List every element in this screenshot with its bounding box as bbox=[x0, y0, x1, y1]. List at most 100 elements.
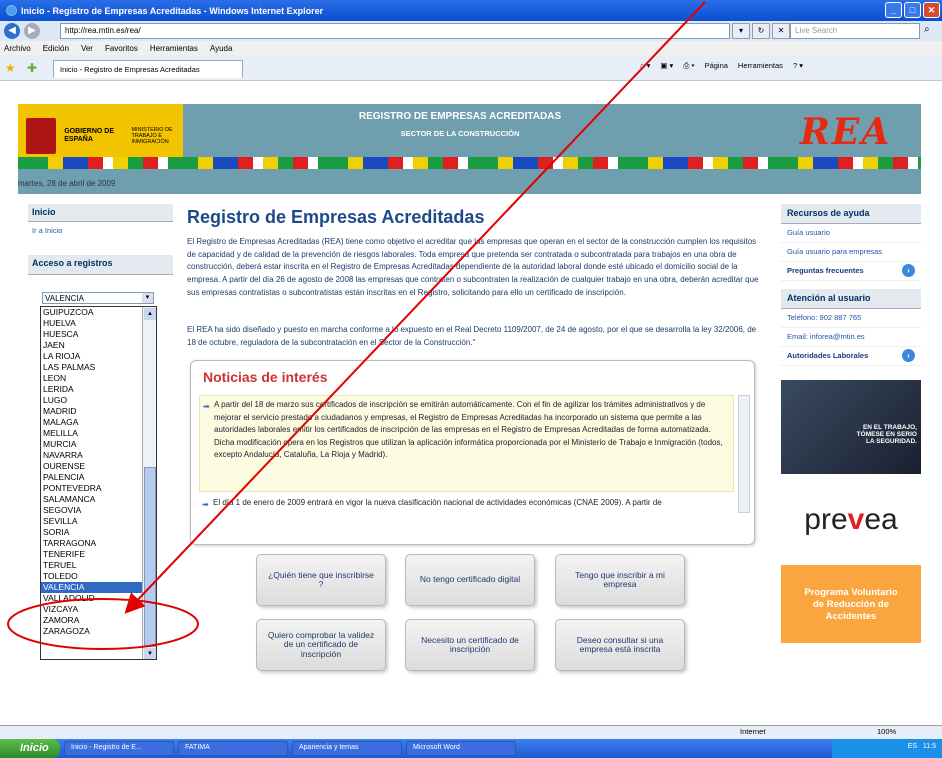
dropdown-option[interactable]: SEVILLA bbox=[41, 516, 144, 527]
inscribir-empresa-button[interactable]: Tengo que inscribir a mi empresa bbox=[555, 554, 685, 606]
taskbar-item[interactable]: Inicio - Registro de E... bbox=[64, 741, 174, 756]
rea-logo[interactable]: REA bbox=[800, 111, 891, 153]
dropdown-option[interactable]: LA RIOJA bbox=[41, 351, 144, 362]
tab-inicio[interactable]: Inicio - Registro de Empresas Acreditada… bbox=[53, 60, 243, 78]
dropdown-option[interactable]: SALAMANCA bbox=[41, 494, 144, 505]
print-icon[interactable]: ⎙ ▾ bbox=[683, 61, 694, 71]
favorites-star-icon[interactable]: ★ bbox=[5, 61, 16, 75]
system-tray: ES 11:5 bbox=[832, 739, 942, 758]
dropdown-option[interactable]: GUIPUZCOA bbox=[41, 307, 144, 318]
safety-banner[interactable]: EN EL TRABAJO, TÓMESE EN SERIO LA SEGURI… bbox=[781, 380, 921, 474]
start-button[interactable]: Inicio bbox=[0, 739, 60, 758]
help-icon[interactable]: ? ▾ bbox=[793, 61, 803, 71]
dropdown-option[interactable]: NAVARRA bbox=[41, 450, 144, 461]
dropdown-option[interactable]: VIZCAYA bbox=[41, 604, 144, 615]
menu-favoritos[interactable]: Favoritos bbox=[105, 44, 138, 53]
quien-inscribirse-button[interactable]: ¿Quién tiene que inscribirse ? bbox=[256, 554, 386, 606]
search-input[interactable]: Live Search bbox=[790, 23, 920, 39]
menu-ayuda[interactable]: Ayuda bbox=[210, 44, 233, 53]
back-icon[interactable]: ◀ bbox=[4, 23, 20, 39]
feeds-icon[interactable]: ▣ ▾ bbox=[660, 61, 673, 71]
window-titlebar: Inicio - Registro de Empresas Acreditada… bbox=[0, 0, 942, 21]
dropdown-option[interactable]: JAEN bbox=[41, 340, 144, 351]
comprobar-validez-button[interactable]: Quiero comprobar la validez de un certif… bbox=[256, 619, 386, 671]
dropdown-option[interactable]: TENERIFE bbox=[41, 549, 144, 560]
dropdown-option[interactable]: PALENCIA bbox=[41, 472, 144, 483]
tools-menu[interactable]: Herramientas bbox=[738, 61, 783, 71]
dropdown-option[interactable]: VALLADOLID bbox=[41, 593, 144, 604]
right-sidebar: Recursos de ayuda Guía usuario Guía usua… bbox=[781, 204, 921, 366]
email-link[interactable]: Email: inforea@mtin.es bbox=[781, 328, 921, 347]
dropdown-option[interactable]: HUESCA bbox=[41, 329, 144, 340]
dropdown-option[interactable]: PONTEVEDRA bbox=[41, 483, 144, 494]
home-icon[interactable]: ⌂ ▾ bbox=[640, 61, 650, 71]
dropdown-option[interactable]: TARRAGONA bbox=[41, 538, 144, 549]
chevron-down-icon[interactable]: ▾ bbox=[142, 293, 153, 303]
dropdown-option[interactable]: TOLEDO bbox=[41, 571, 144, 582]
page-menu[interactable]: Página bbox=[705, 61, 728, 71]
intro-paragraph: El Registro de Empresas Acreditadas (REA… bbox=[187, 237, 759, 297]
dropdown-option[interactable]: MADRID bbox=[41, 406, 144, 417]
programa-banner[interactable]: Programa Voluntario de Reducción de Acci… bbox=[781, 565, 921, 643]
url-dropdown-icon[interactable]: ▾ bbox=[732, 23, 750, 39]
dropdown-option[interactable]: VALENCIA bbox=[41, 582, 144, 593]
arrow-circle-icon[interactable]: › bbox=[902, 264, 915, 277]
dropdown-option[interactable]: LUGO bbox=[41, 395, 144, 406]
taskbar-item[interactable]: Microsoft Word bbox=[406, 741, 516, 756]
dropdown-option[interactable]: LERIDA bbox=[41, 384, 144, 395]
dropdown-option[interactable]: TERUEL bbox=[41, 560, 144, 571]
close-button[interactable]: ✕ bbox=[923, 2, 940, 18]
forward-icon[interactable]: ▶ bbox=[24, 23, 40, 39]
dropdown-option[interactable]: HUELVA bbox=[41, 318, 144, 329]
scroll-down-icon[interactable]: ▼ bbox=[144, 648, 156, 659]
tray-lang[interactable]: ES bbox=[908, 743, 917, 750]
url-field[interactable]: http://rea.mtin.es/rea/ bbox=[60, 23, 730, 39]
arrow-circle-icon[interactable]: › bbox=[902, 349, 915, 362]
address-bar: ◀ ▶ http://rea.mtin.es/rea/ ▾ ↻ ✕ Live S… bbox=[0, 21, 942, 41]
province-dropdown-list[interactable]: GUIPUZCOA HUELVA HUESCA JAEN LA RIOJA LAS PAL… bbox=[40, 306, 157, 660]
minimize-button[interactable]: _ bbox=[885, 2, 902, 18]
search-icon[interactable]: ⌕ bbox=[924, 24, 930, 35]
province-select-value: VALENCIA bbox=[45, 294, 84, 303]
menu-edicion[interactable]: Edición bbox=[43, 44, 69, 53]
guia-empresas-link[interactable]: Guía usuario para empresas bbox=[781, 243, 921, 262]
status-bar: Internet 100% bbox=[0, 725, 942, 739]
add-favorites-icon[interactable]: ✚ bbox=[27, 61, 37, 75]
maximize-button[interactable]: □ bbox=[904, 2, 921, 18]
scroll-up-icon[interactable]: ▲ bbox=[144, 308, 156, 320]
stop-icon[interactable]: ✕ bbox=[772, 23, 790, 39]
menu-herramientas[interactable]: Herramientas bbox=[150, 44, 198, 53]
province-select[interactable]: VALENCIA ▾ bbox=[42, 292, 154, 304]
refresh-icon[interactable]: ↻ bbox=[752, 23, 770, 39]
prevea-logo[interactable]: prevea bbox=[781, 481, 921, 561]
news-item: ➡ A partir del 18 de marzo sus certifica… bbox=[199, 395, 734, 492]
dropdown-option[interactable]: OURENSE bbox=[41, 461, 144, 472]
dropdown-option[interactable]: SEGOVIA bbox=[41, 505, 144, 516]
taskbar-item[interactable]: FATIMA bbox=[178, 741, 288, 756]
autoridades-link[interactable]: Autoridades Laborales › bbox=[781, 347, 921, 366]
menu-archivo[interactable]: Archivo bbox=[4, 44, 31, 53]
taskbar-item[interactable]: Apariencia y temas bbox=[292, 741, 402, 756]
scroll-thumb[interactable] bbox=[144, 467, 156, 647]
consultar-inscrita-button[interactable]: Deseo consultar si una empresa está insc… bbox=[555, 619, 685, 671]
no-certificado-button[interactable]: No tengo certificado digital bbox=[405, 554, 535, 606]
dropdown-option[interactable]: ZAMORA bbox=[41, 615, 144, 626]
zoom-level[interactable]: 100% bbox=[877, 727, 896, 736]
news-scrollbar[interactable] bbox=[738, 395, 750, 513]
dropdown-option[interactable]: ZARAGOZA bbox=[41, 626, 144, 637]
preguntas-frecuentes-link[interactable]: Preguntas frecuentes › bbox=[781, 262, 921, 281]
dropdown-option[interactable]: LEON bbox=[41, 373, 144, 384]
dropdown-option[interactable]: MURCIA bbox=[41, 439, 144, 450]
dropdown-scrollbar[interactable]: ▲ ▼ bbox=[142, 307, 156, 659]
safety-text: EN EL TRABAJO, TÓMESE EN SERIO LA SEGURI… bbox=[856, 424, 917, 445]
necesito-certificado-button[interactable]: Necesito un certificado de inscripción bbox=[405, 619, 535, 671]
dropdown-option[interactable]: MALAGA bbox=[41, 417, 144, 428]
menu-ver[interactable]: Ver bbox=[81, 44, 93, 53]
dropdown-option[interactable]: SORIA bbox=[41, 527, 144, 538]
ir-inicio-link[interactable]: Ir a Inicio bbox=[28, 222, 173, 239]
status-zone: Internet bbox=[740, 727, 766, 736]
dropdown-option[interactable]: LAS PALMAS bbox=[41, 362, 144, 373]
dropdown-option[interactable]: MELILLA bbox=[41, 428, 144, 439]
gov-text: GOBIERNO DE ESPAÑA bbox=[64, 128, 115, 143]
guia-usuario-link[interactable]: Guía usuario bbox=[781, 224, 921, 243]
